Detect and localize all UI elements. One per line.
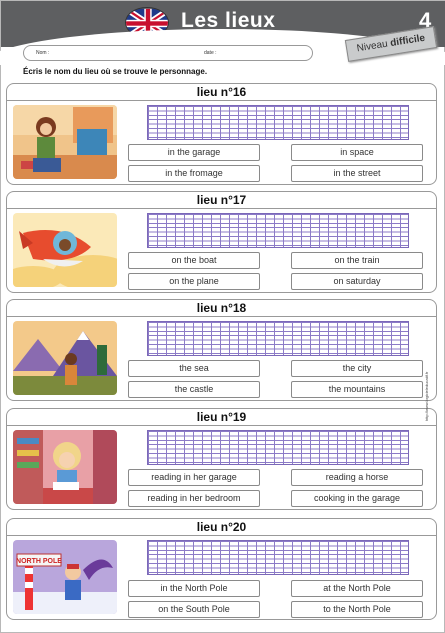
option-button[interactable]: on the South Pole: [128, 601, 260, 618]
writing-grid[interactable]: [147, 321, 409, 356]
instruction-text: Écris le nom du lieu où se trouve le per…: [23, 67, 208, 76]
name-date-field[interactable]: Nom : date :: [23, 45, 313, 61]
card-lieu-19: lieu n°19 reading in her garage reading …: [6, 408, 437, 510]
mountains-illustration: [13, 321, 117, 395]
option-button[interactable]: in the street: [291, 165, 423, 182]
plane-illustration: [13, 213, 117, 287]
card-title: lieu n°20: [7, 519, 436, 536]
option-button[interactable]: reading in her garage: [128, 469, 260, 486]
card-lieu-17: lieu n°17 on the boat on the train on th…: [6, 191, 437, 293]
card-lieu-18: lieu n°18 the sea the city the castle th…: [6, 299, 437, 401]
option-button[interactable]: the city: [291, 360, 423, 377]
option-button[interactable]: to the North Pole: [291, 601, 423, 618]
writing-grid[interactable]: [147, 540, 409, 575]
option-button[interactable]: in the fromage: [128, 165, 260, 182]
card-title: lieu n°18: [7, 300, 436, 317]
card-title: lieu n°19: [7, 409, 436, 426]
option-button[interactable]: the sea: [128, 360, 260, 377]
option-button[interactable]: on the train: [291, 252, 423, 269]
option-button[interactable]: in space: [291, 144, 423, 161]
card-title: lieu n°17: [7, 192, 436, 209]
difficulty-level: difficile: [389, 32, 426, 50]
card-title: lieu n°16: [7, 84, 436, 101]
option-button[interactable]: cooking in the garage: [291, 490, 423, 507]
difficulty-prefix: Niveau: [356, 38, 392, 55]
option-button[interactable]: on the plane: [128, 273, 260, 290]
card-lieu-16: lieu n°16 in the garage in space in the …: [6, 83, 437, 185]
card-lieu-20: lieu n°20 NORTH POLE in the North Pole a…: [6, 518, 437, 620]
sign-text: NORTH POLE: [16, 558, 62, 565]
option-button[interactable]: on saturday: [291, 273, 423, 290]
worksheet-page: Les lieux 4 Niveau difficile Nom : date …: [0, 0, 445, 633]
writing-grid[interactable]: [147, 430, 409, 465]
bedroom-illustration: [13, 430, 117, 504]
option-button[interactable]: in the North Pole: [128, 580, 260, 597]
garage-illustration: [13, 105, 117, 179]
option-button[interactable]: in the garage: [128, 144, 260, 161]
name-label: Nom :: [36, 50, 50, 56]
option-button[interactable]: the mountains: [291, 381, 423, 398]
site-credit: http://www.logicieleducatif.fr: [424, 371, 429, 421]
north-pole-illustration: NORTH POLE: [13, 540, 117, 614]
option-button[interactable]: at the North Pole: [291, 580, 423, 597]
date-label: date :: [204, 50, 217, 56]
option-button[interactable]: on the boat: [128, 252, 260, 269]
writing-grid[interactable]: [147, 105, 409, 140]
option-button[interactable]: reading in her bedroom: [128, 490, 260, 507]
writing-grid[interactable]: [147, 213, 409, 248]
option-button[interactable]: reading a horse: [291, 469, 423, 486]
option-button[interactable]: the castle: [128, 381, 260, 398]
